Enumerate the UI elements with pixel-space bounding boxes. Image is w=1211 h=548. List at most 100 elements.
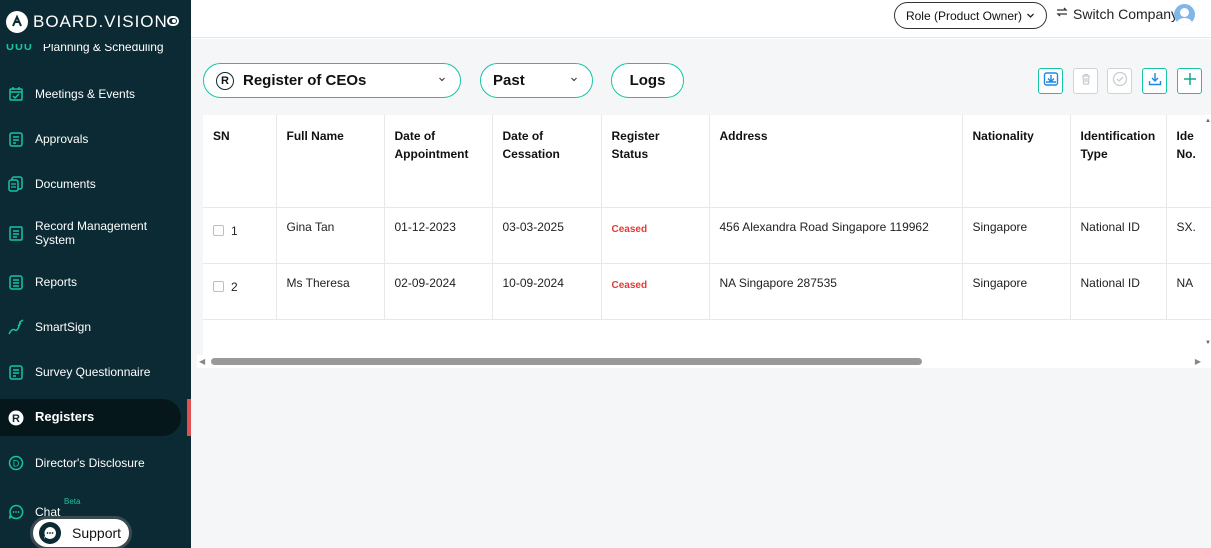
register-table: SN Full Name Date of Appointment Date of… bbox=[203, 115, 1211, 355]
register-select-value: Register of CEOs bbox=[243, 72, 367, 89]
sidebar-item-meetings[interactable]: Meetings & Events bbox=[0, 84, 191, 104]
chevron-down-icon bbox=[1026, 9, 1035, 23]
sidebar-item-label: Documents bbox=[35, 177, 96, 191]
scroll-down-arrow-icon[interactable]: ▼ bbox=[1205, 340, 1211, 346]
sidebar-item-registers[interactable]: R Registers bbox=[0, 399, 181, 436]
record-management-icon bbox=[7, 224, 25, 242]
column-header[interactable]: SN bbox=[203, 115, 277, 208]
column-header[interactable]: Identification Type bbox=[1070, 115, 1167, 208]
sn-value: 1 bbox=[231, 223, 238, 238]
id-type-cell: National ID bbox=[1070, 263, 1167, 320]
import-icon bbox=[1043, 71, 1059, 92]
sn-value: 2 bbox=[231, 279, 238, 294]
top-bar: Role (Product Owner) Switch Company bbox=[191, 0, 1211, 38]
sidebar-item-label: SmartSign bbox=[35, 320, 92, 334]
column-header[interactable]: Date of Cessation bbox=[492, 115, 602, 208]
beta-badge: Beta bbox=[64, 497, 81, 506]
sn-cell: 2 bbox=[203, 263, 277, 320]
column-header[interactable]: Ide No. bbox=[1166, 115, 1211, 208]
sn-cell: 1 bbox=[203, 207, 277, 264]
support-chat-icon bbox=[39, 522, 61, 544]
id-type-cell: National ID bbox=[1070, 207, 1167, 264]
period-select[interactable]: Past bbox=[480, 63, 593, 98]
sidebar-item-documents[interactable]: Documents bbox=[0, 174, 191, 194]
registers-icon: R bbox=[7, 409, 25, 427]
chevron-down-icon bbox=[570, 75, 578, 86]
add-button[interactable] bbox=[1177, 68, 1202, 94]
brand-name: BOARD.VISION bbox=[33, 12, 168, 31]
sidebar-item-label: Record Management System bbox=[35, 219, 148, 247]
cessation-cell: 10-09-2024 bbox=[492, 263, 602, 320]
scroll-up-arrow-icon[interactable]: ▲ bbox=[1205, 118, 1211, 124]
table-row[interactable]: 2 Ms Theresa 02-09-2024 10-09-2024 Cease… bbox=[203, 263, 1211, 320]
download-icon bbox=[1147, 71, 1163, 92]
download-button[interactable] bbox=[1142, 68, 1167, 94]
approvals-icon bbox=[7, 130, 25, 148]
sidebar-item-survey[interactable]: Survey Questionnaire bbox=[0, 362, 191, 382]
status-badge: Ceased bbox=[611, 223, 648, 235]
appointment-cell: 01-12-2023 bbox=[384, 207, 493, 264]
id-no-cell: SX. bbox=[1166, 207, 1211, 264]
sidebar-item-label: Reports bbox=[35, 275, 78, 289]
switch-company-button[interactable]: Switch Company bbox=[1055, 5, 1178, 22]
approve-button[interactable] bbox=[1107, 68, 1132, 94]
logs-button[interactable]: Logs bbox=[611, 63, 684, 98]
avatar[interactable] bbox=[1174, 4, 1195, 25]
sidebar-toggle-icon[interactable] bbox=[167, 16, 179, 26]
swap-icon bbox=[1055, 5, 1069, 22]
scroll-left-arrow-icon[interactable]: ◀ bbox=[199, 357, 205, 366]
column-header[interactable]: Date of Appointment bbox=[384, 115, 493, 208]
check-circle-icon bbox=[1112, 71, 1128, 92]
status-cell: Ceased bbox=[601, 207, 710, 264]
sidebar-item-label: Survey Questionnaire bbox=[35, 365, 151, 379]
sidebar: UUU Planning & Scheduling BOARD.VISION M… bbox=[0, 0, 191, 548]
disclosure-icon: D bbox=[7, 454, 25, 472]
column-header[interactable]: Address bbox=[709, 115, 963, 208]
role-dropdown[interactable]: Role (Product Owner) bbox=[894, 2, 1047, 29]
period-select-value: Past bbox=[493, 72, 525, 89]
chat-icon bbox=[7, 503, 25, 521]
logs-label: Logs bbox=[629, 72, 666, 89]
horizontal-scrollbar[interactable]: ◀ ▶ bbox=[197, 355, 1211, 368]
reports-icon bbox=[7, 273, 25, 291]
survey-icon bbox=[7, 363, 25, 381]
scrollbar-thumb[interactable] bbox=[211, 358, 922, 365]
table-row[interactable]: 1 Gina Tan 01-12-2023 03-03-2025 Ceased … bbox=[203, 207, 1211, 264]
sidebar-item-label: Meetings & Events bbox=[35, 87, 136, 101]
role-label: Role (Product Owner) bbox=[905, 8, 1023, 23]
address-cell: NA Singapore 287535 bbox=[709, 263, 963, 320]
brand-header: BOARD.VISION bbox=[0, 0, 191, 44]
column-header[interactable]: Full Name bbox=[276, 115, 385, 208]
register-select[interactable]: R Register of CEOs bbox=[203, 63, 461, 98]
brand-logo-icon bbox=[6, 11, 28, 33]
support-button[interactable]: Support bbox=[30, 516, 132, 548]
documents-icon bbox=[7, 175, 25, 193]
sidebar-item-smartsign[interactable]: SmartSign bbox=[0, 317, 191, 337]
sidebar-item-record-management[interactable]: Record Management System bbox=[0, 219, 191, 249]
sidebar-item-approvals[interactable]: Approvals bbox=[0, 129, 191, 149]
table-header-row: SN Full Name Date of Appointment Date of… bbox=[203, 115, 1211, 208]
full-name-cell: Ms Theresa bbox=[276, 263, 385, 320]
svg-text:D: D bbox=[13, 459, 20, 469]
address-cell: 456 Alexandra Road Singapore 119962 bbox=[709, 207, 963, 264]
svg-text:R: R bbox=[12, 413, 20, 425]
nationality-cell: Singapore bbox=[962, 207, 1071, 264]
sidebar-item-label: Director's Disclosure bbox=[35, 456, 145, 470]
sidebar-item-directors-disclosure[interactable]: D Director's Disclosure bbox=[0, 453, 191, 473]
column-header[interactable]: Register Status bbox=[601, 115, 710, 208]
plus-icon bbox=[1183, 72, 1197, 91]
register-badge-icon: R bbox=[216, 71, 234, 90]
row-checkbox[interactable] bbox=[213, 224, 224, 236]
sidebar-item-label: Registers bbox=[35, 409, 95, 424]
row-checkbox[interactable] bbox=[213, 280, 224, 292]
appointment-cell: 02-09-2024 bbox=[384, 263, 493, 320]
import-button[interactable] bbox=[1038, 68, 1063, 94]
sidebar-item-label: Approvals bbox=[35, 132, 89, 146]
sidebar-item-reports[interactable]: Reports bbox=[0, 272, 191, 292]
scroll-right-arrow-icon[interactable]: ▶ bbox=[1195, 357, 1201, 366]
cessation-cell: 03-03-2025 bbox=[492, 207, 602, 264]
delete-button[interactable] bbox=[1073, 68, 1098, 94]
column-header[interactable]: Nationality bbox=[962, 115, 1071, 208]
full-name-cell: Gina Tan bbox=[276, 207, 385, 264]
status-cell: Ceased bbox=[601, 263, 710, 320]
